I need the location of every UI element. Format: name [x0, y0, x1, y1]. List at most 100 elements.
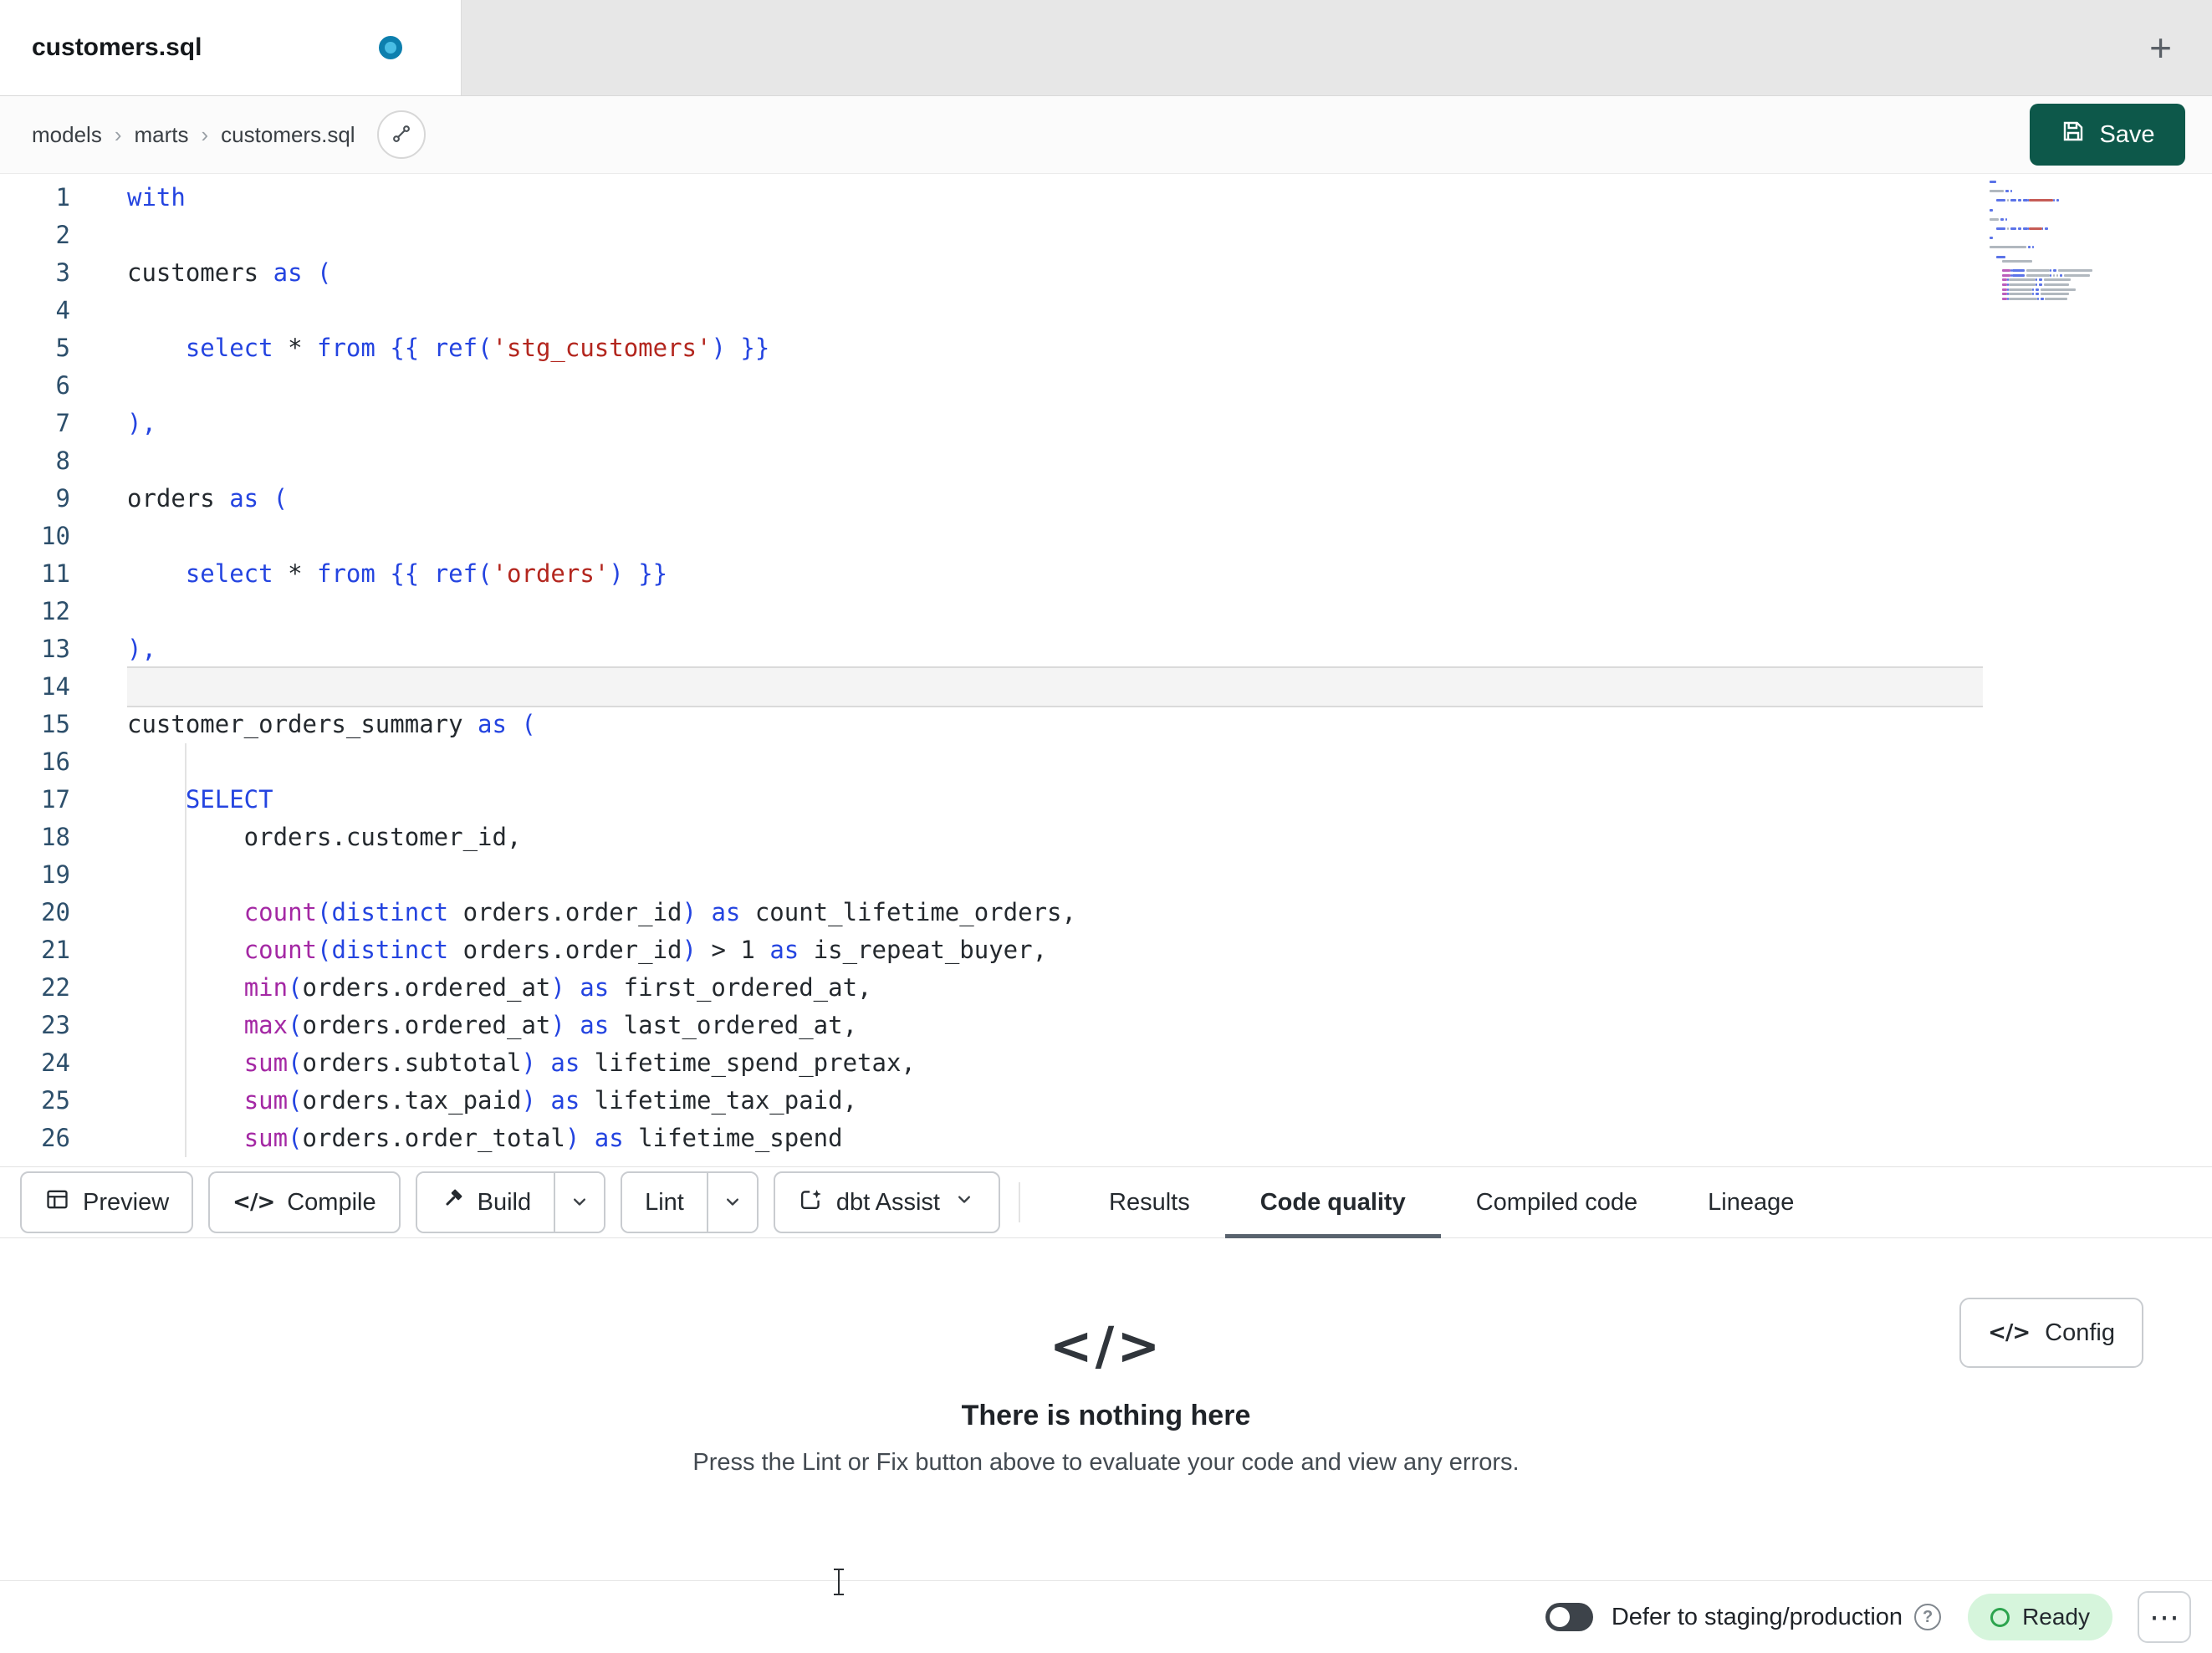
- preview-button[interactable]: Preview: [20, 1171, 194, 1233]
- code-line-text: select * from {{ ref('orders') }}: [185, 559, 668, 588]
- line-number[interactable]: 3: [0, 254, 70, 292]
- line-number[interactable]: 18: [0, 819, 70, 856]
- chevron-down-icon: [721, 1190, 744, 1216]
- line-number[interactable]: 10: [0, 518, 70, 555]
- code-line[interactable]: 24 sum(orders.subtotal) as lifetime_spen…: [0, 1044, 2212, 1082]
- hammer-icon: [440, 1186, 465, 1218]
- line-number[interactable]: 21: [0, 931, 70, 969]
- lint-button-group: Lint: [621, 1171, 759, 1233]
- line-number[interactable]: 11: [0, 555, 70, 593]
- minimap-line: [1990, 288, 2109, 291]
- compile-button[interactable]: </> Compile: [208, 1171, 401, 1233]
- code-line[interactable]: 25 sum(orders.tax_paid) as lifetime_tax_…: [0, 1082, 2212, 1120]
- code-line-text: [127, 668, 1983, 706]
- defer-toggle[interactable]: [1545, 1603, 1593, 1631]
- code-line[interactable]: 15 customer_orders_summary as (: [0, 706, 2212, 743]
- code-line[interactable]: 13),: [0, 630, 2212, 668]
- tab-lineage[interactable]: Lineage: [1673, 1167, 1829, 1237]
- code-line[interactable]: 18 orders.customer_id,: [0, 819, 2212, 856]
- lint-button[interactable]: Lint: [622, 1173, 707, 1232]
- file-actions-button[interactable]: [376, 110, 426, 159]
- toolbar-buttons: Preview </> Compile Build Lint dbt Assis…: [20, 1167, 1000, 1237]
- line-number[interactable]: 5: [0, 329, 70, 367]
- lint-dropdown-button[interactable]: [706, 1173, 757, 1232]
- code-editor[interactable]: 1 with 2 3 customers as (4 5 select * from {{…: [0, 174, 2212, 1166]
- code-line[interactable]: 1 with: [0, 179, 2212, 217]
- code-line[interactable]: 11 select * from {{ ref('orders') }}: [0, 555, 2212, 593]
- line-number[interactable]: 17: [0, 781, 70, 819]
- line-number[interactable]: 16: [0, 743, 70, 781]
- build-button[interactable]: Build: [416, 1173, 554, 1232]
- line-number[interactable]: 1: [0, 179, 70, 217]
- build-dropdown-button[interactable]: [554, 1173, 605, 1232]
- code-line-text: [127, 856, 1983, 894]
- code-line[interactable]: 26 sum(orders.order_total) as lifetime_s…: [0, 1120, 2212, 1157]
- code-line[interactable]: 22 min(orders.ordered_at) as first_order…: [0, 969, 2212, 1007]
- code-line[interactable]: 9 orders as (: [0, 480, 2212, 518]
- line-number[interactable]: 6: [0, 367, 70, 405]
- code-line-text: sum(orders.tax_paid) as lifetime_tax_pai…: [127, 1082, 1983, 1120]
- breadcrumb-separator: ›: [114, 121, 122, 147]
- line-number[interactable]: 19: [0, 856, 70, 894]
- code-line[interactable]: 17 SELECT: [0, 781, 2212, 819]
- line-number[interactable]: 13: [0, 630, 70, 668]
- line-number[interactable]: 8: [0, 442, 70, 480]
- code-line-text: SELECT: [127, 781, 1983, 819]
- code-line[interactable]: 16: [0, 743, 2212, 781]
- tab-code-quality[interactable]: Code quality: [1224, 1167, 1441, 1238]
- help-icon[interactable]: ?: [1914, 1604, 1942, 1630]
- line-number[interactable]: 15: [0, 706, 70, 743]
- status-bar: Defer to staging/production ? Ready ⋯: [0, 1580, 2212, 1653]
- code-line[interactable]: 6: [0, 367, 2212, 405]
- code-line[interactable]: 19: [0, 856, 2212, 894]
- minimap-line: [1990, 181, 2109, 183]
- breadcrumb-marts[interactable]: marts: [135, 122, 189, 148]
- new-tab-button[interactable]: +: [2149, 28, 2172, 67]
- minimap-line: [1990, 265, 2109, 268]
- minimap-line: [1990, 251, 2109, 253]
- code-line[interactable]: 3 customers as (: [0, 254, 2212, 292]
- code-line[interactable]: 21 count(distinct orders.order_id) > 1 a…: [0, 931, 2212, 969]
- code-line[interactable]: 8: [0, 442, 2212, 480]
- line-number[interactable]: 20: [0, 894, 70, 931]
- line-number[interactable]: 12: [0, 593, 70, 630]
- minimap[interactable]: [1990, 181, 2109, 302]
- code-line[interactable]: 14: [0, 668, 2212, 706]
- line-number[interactable]: 24: [0, 1044, 70, 1082]
- line-number[interactable]: 7: [0, 405, 70, 442]
- defer-label: Defer to staging/production: [1611, 1603, 1903, 1630]
- tab-title: customers.sql: [32, 33, 202, 61]
- tab-results[interactable]: Results: [1074, 1167, 1225, 1237]
- empty-state-title: There is nothing here: [961, 1400, 1251, 1431]
- line-number[interactable]: 14: [0, 668, 70, 706]
- code-line[interactable]: 12: [0, 593, 2212, 630]
- breadcrumb-models[interactable]: models: [32, 122, 102, 148]
- save-button[interactable]: Save: [2030, 104, 2185, 166]
- table-icon: [44, 1186, 70, 1219]
- code-line[interactable]: 20 count(distinct orders.order_id) as co…: [0, 894, 2212, 931]
- code-line[interactable]: 10: [0, 518, 2212, 555]
- panel-tabs: Results Code quality Compiled code Linea…: [1074, 1167, 1829, 1238]
- minimap-line: [1990, 260, 2109, 263]
- minimap-line: [1990, 213, 2109, 216]
- code-line[interactable]: 5 select * from {{ ref('stg_customers') …: [0, 329, 2212, 367]
- line-number[interactable]: 22: [0, 969, 70, 1007]
- minimap-line: [1990, 195, 2109, 197]
- minimap-line: [1990, 273, 2109, 277]
- more-options-button[interactable]: ⋯: [2138, 1591, 2191, 1643]
- line-number[interactable]: 4: [0, 292, 70, 329]
- line-number[interactable]: 9: [0, 480, 70, 518]
- code-line[interactable]: 23 max(orders.ordered_at) as last_ordere…: [0, 1007, 2212, 1044]
- line-number[interactable]: 2: [0, 217, 70, 254]
- line-number[interactable]: 26: [0, 1120, 70, 1157]
- dbt-assist-button[interactable]: dbt Assist: [773, 1171, 1000, 1233]
- line-number[interactable]: 25: [0, 1082, 70, 1120]
- line-number[interactable]: 23: [0, 1007, 70, 1044]
- code-line[interactable]: 2: [0, 217, 2212, 254]
- tab-customers-sql[interactable]: customers.sql: [0, 0, 462, 95]
- ready-status-badge[interactable]: Ready: [1968, 1594, 2112, 1640]
- code-line[interactable]: 7),: [0, 405, 2212, 442]
- code-line[interactable]: 4: [0, 292, 2212, 329]
- tab-compiled-code[interactable]: Compiled code: [1441, 1167, 1673, 1237]
